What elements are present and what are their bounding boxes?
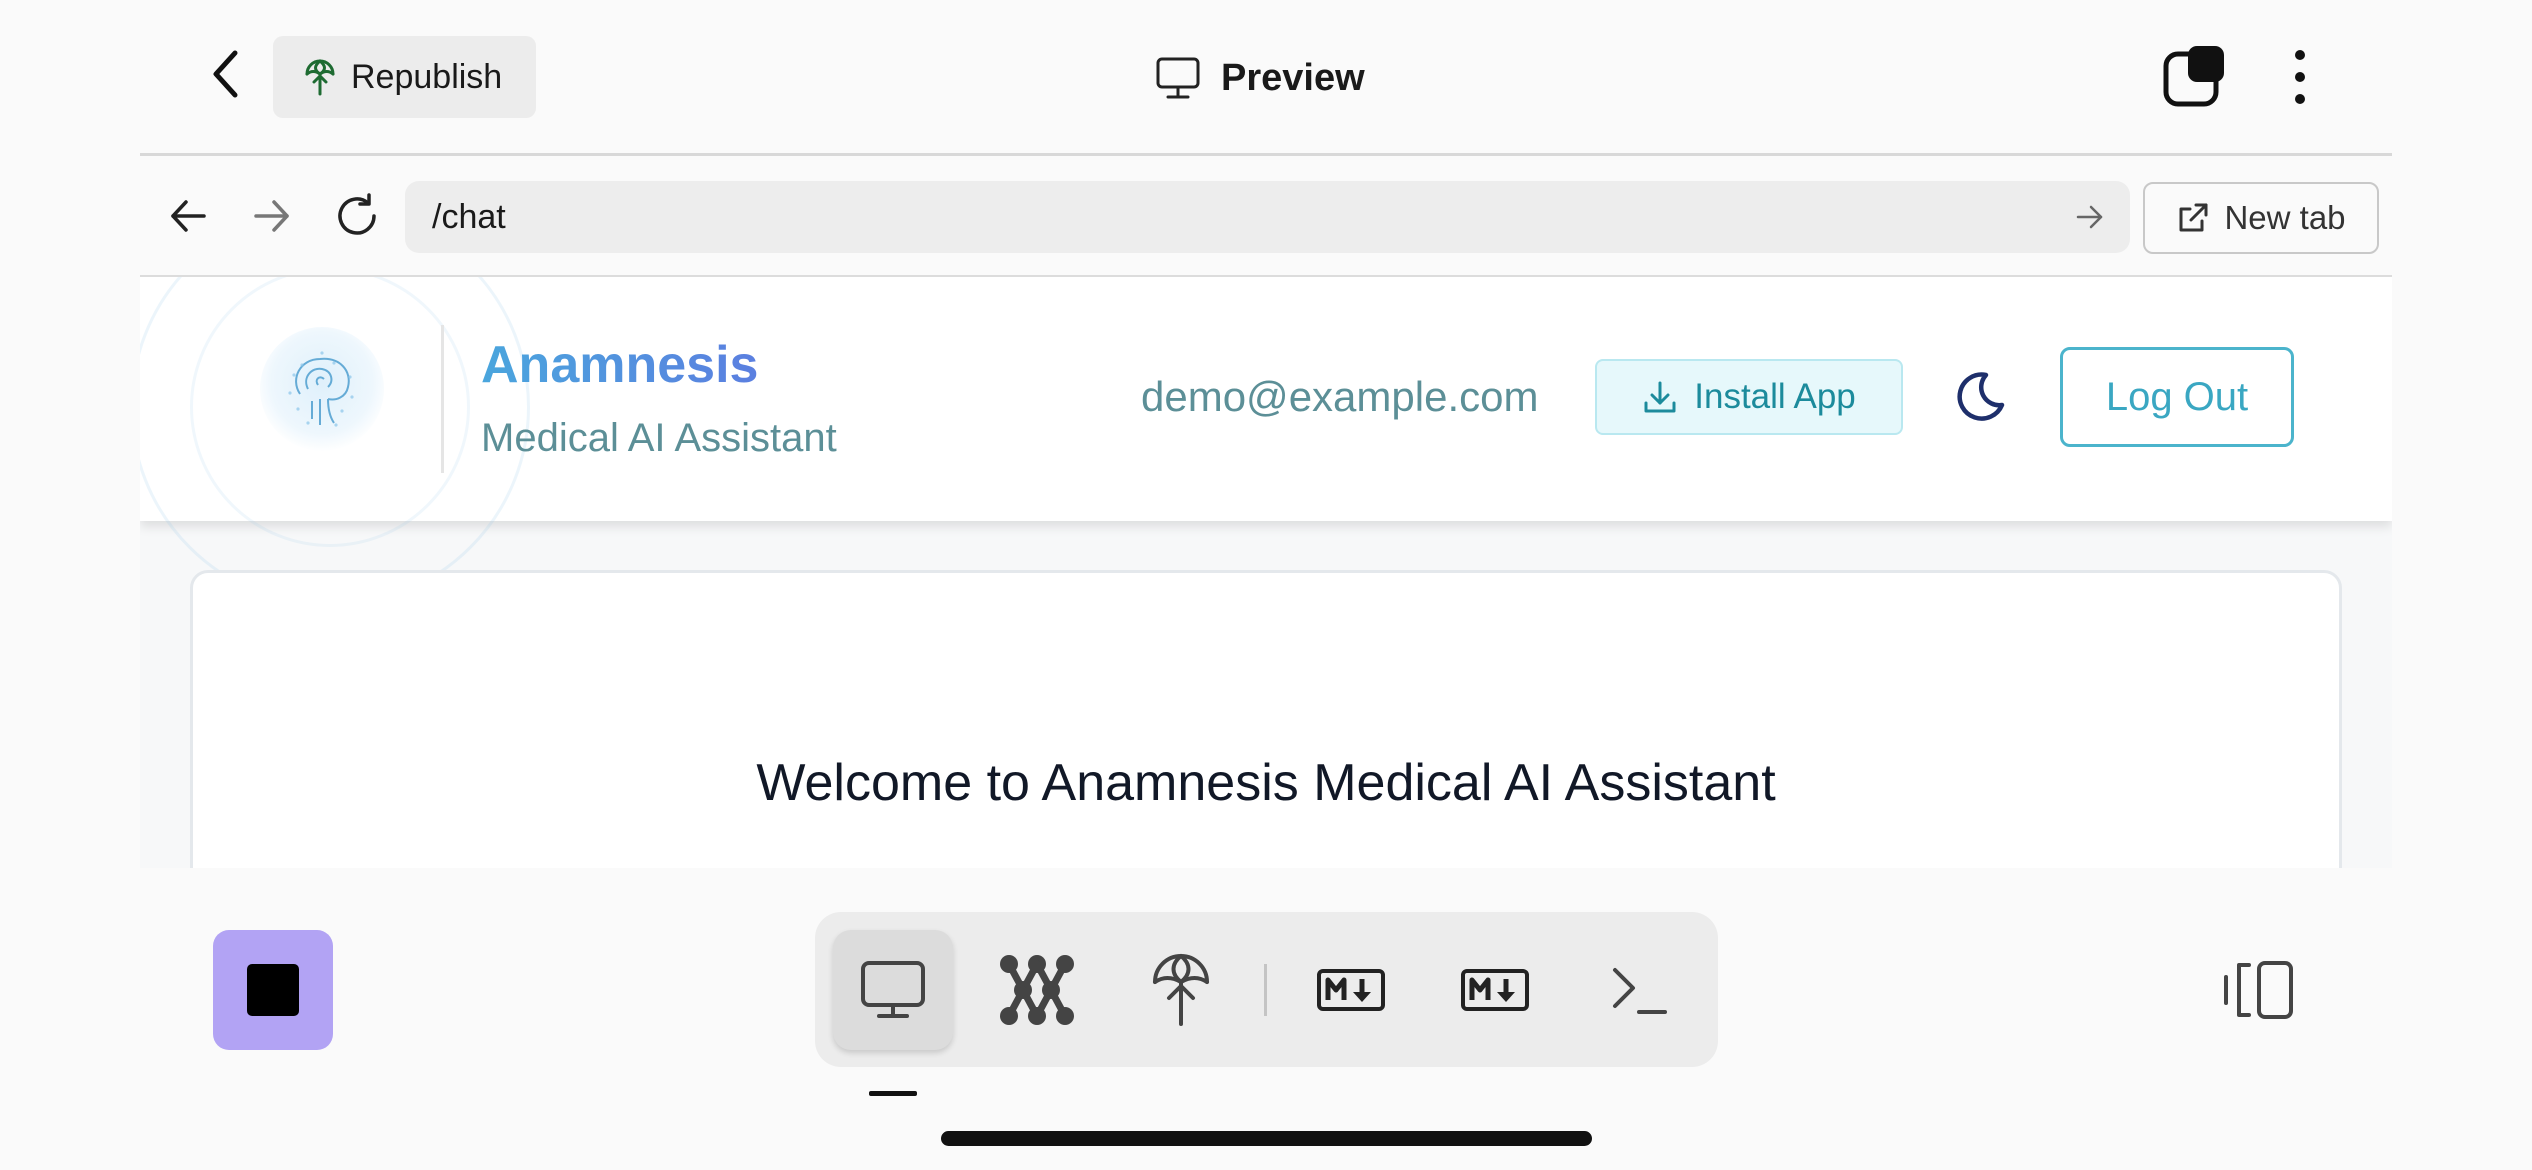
publish-icon bbox=[1153, 954, 1209, 1026]
tool-markdown-export[interactable] bbox=[1291, 930, 1411, 1050]
dot-icon bbox=[2295, 72, 2305, 82]
republish-button[interactable]: Republish bbox=[273, 36, 536, 118]
theme-toggle-button[interactable] bbox=[1948, 365, 2012, 429]
site-header: Anamnesis Medical AI Assistant demo@exam… bbox=[140, 277, 2392, 607]
terminal-icon bbox=[1613, 968, 1667, 1014]
tool-preview[interactable] bbox=[833, 930, 953, 1050]
brand-divider bbox=[441, 325, 444, 473]
log-out-label: Log Out bbox=[2105, 374, 2249, 419]
new-tab-label: New tab bbox=[2224, 199, 2346, 236]
monitor-icon bbox=[1156, 57, 1200, 99]
log-out-button[interactable]: Log Out bbox=[2060, 347, 2294, 447]
brand-name: Anamnesis bbox=[481, 336, 759, 394]
brain-icon bbox=[288, 351, 354, 427]
dot-icon bbox=[2295, 94, 2305, 104]
user-email: demo@example.com bbox=[1141, 373, 1539, 420]
dot-icon bbox=[2295, 50, 2305, 60]
toggle-layout-button[interactable] bbox=[2221, 955, 2295, 1025]
markdown-download-icon bbox=[1317, 969, 1385, 1011]
arrow-right-icon bbox=[2076, 205, 2103, 229]
browser-forward-button[interactable] bbox=[242, 186, 302, 246]
install-app-label: Install App bbox=[1694, 377, 1856, 416]
reload-icon bbox=[338, 193, 376, 235]
windows-button[interactable] bbox=[2160, 42, 2230, 112]
download-icon bbox=[1644, 381, 1676, 413]
back-button[interactable] bbox=[196, 44, 256, 104]
publish-icon bbox=[305, 59, 335, 96]
dock-divider bbox=[1264, 964, 1267, 1016]
tool-terminal[interactable] bbox=[1579, 930, 1699, 1050]
brand-subtitle: Medical AI Assistant bbox=[481, 416, 837, 460]
active-tool-indicator bbox=[869, 1091, 917, 1096]
more-options-button[interactable] bbox=[2280, 42, 2320, 112]
welcome-card: Welcome to Anamnesis Medical AI Assistan… bbox=[190, 570, 2342, 868]
url-input[interactable]: /chat bbox=[405, 181, 2130, 253]
chevron-left-icon bbox=[213, 50, 238, 98]
reload-button[interactable] bbox=[327, 186, 387, 246]
tool-markdown-export-2[interactable] bbox=[1435, 930, 1555, 1050]
go-button[interactable] bbox=[2070, 197, 2110, 237]
moon-icon bbox=[1957, 372, 2005, 421]
address-bar-row: /chat New tab bbox=[140, 156, 2392, 277]
nodes-icon bbox=[1000, 955, 1074, 1025]
republish-label: Republish bbox=[351, 57, 503, 96]
new-tab-button[interactable]: New tab bbox=[2143, 182, 2379, 254]
external-link-icon bbox=[2179, 203, 2208, 232]
stop-button[interactable] bbox=[213, 930, 333, 1050]
site-viewport: Anamnesis Medical AI Assistant demo@exam… bbox=[140, 277, 2392, 868]
page-title: Preview bbox=[1221, 56, 1365, 99]
install-app-button[interactable]: Install App bbox=[1595, 359, 1903, 435]
tool-workflow[interactable] bbox=[977, 930, 1097, 1050]
tool-dock bbox=[815, 912, 1718, 1067]
markdown-download-icon bbox=[1461, 969, 1529, 1011]
browser-back-button[interactable] bbox=[158, 186, 218, 246]
stacked-windows-icon bbox=[2163, 46, 2224, 107]
welcome-title: Welcome to Anamnesis Medical AI Assistan… bbox=[756, 754, 1776, 812]
monitor-icon bbox=[861, 961, 925, 1018]
brain-logo[interactable] bbox=[260, 327, 384, 451]
arrow-right-icon bbox=[254, 200, 289, 232]
preview-frame: /chat New tab Anamnesis Medical AI Assis… bbox=[140, 153, 2392, 868]
arrow-left-icon bbox=[171, 200, 206, 232]
preview-title: Preview bbox=[1155, 50, 1365, 106]
stop-icon bbox=[247, 964, 299, 1016]
split-view-icon bbox=[2224, 961, 2293, 1019]
home-indicator bbox=[941, 1131, 1592, 1146]
url-text: /chat bbox=[432, 197, 506, 236]
tool-publish[interactable] bbox=[1121, 930, 1241, 1050]
